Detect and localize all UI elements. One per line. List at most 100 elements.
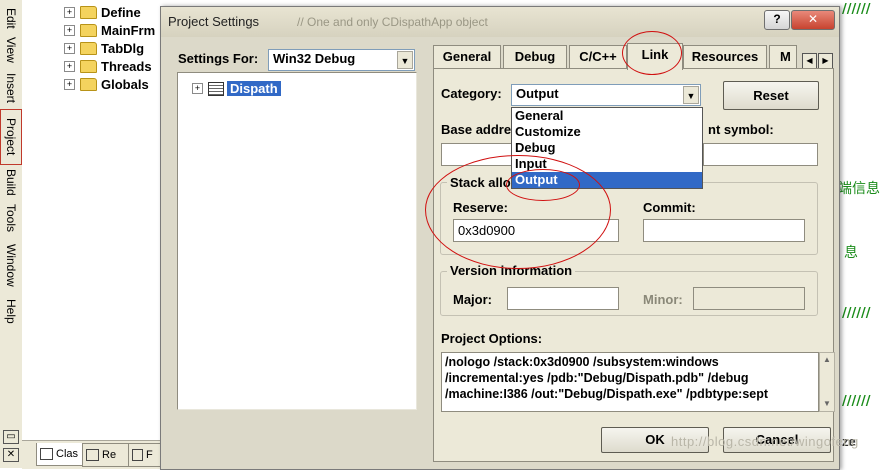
category-value: Output	[516, 86, 559, 101]
stack-group-title: Stack allo	[447, 175, 514, 190]
code-comment: 端信息	[838, 181, 880, 197]
menu-edit[interactable]: Edit	[1, 4, 21, 32]
class-view-tree: + Define + MainFrm + TabDlg + Threads + Globa…	[22, 0, 162, 440]
expand-icon[interactable]: +	[64, 60, 75, 72]
tree-item[interactable]: + Define	[64, 3, 141, 21]
major-label: Major:	[453, 292, 492, 307]
expand-icon[interactable]: +	[64, 42, 75, 54]
code-comment: //////	[842, 394, 871, 409]
scroll-up-icon[interactable]: ▲	[820, 353, 834, 367]
entry-symbol-field[interactable]	[703, 143, 818, 166]
settings-for-label: Settings For:	[178, 51, 259, 66]
version-group-title: Version information	[447, 263, 576, 278]
reserve-value: 0x3d0900	[458, 223, 516, 238]
tab-more[interactable]: M	[769, 45, 797, 69]
scroll-right-icon[interactable]: ▶	[818, 53, 833, 69]
minor-label: Minor:	[643, 292, 683, 307]
help-button[interactable]: ?	[764, 10, 790, 30]
menu-view[interactable]: View	[1, 34, 21, 66]
folder-icon	[80, 5, 97, 19]
project-settings-dialog: Project Settings ? ✕ // One and only CDi…	[160, 6, 858, 470]
scroll-left-icon[interactable]: ◀	[802, 53, 817, 69]
major-field[interactable]	[507, 287, 619, 310]
chevron-down-icon[interactable]: ▼	[683, 86, 699, 104]
tree-item[interactable]: + MainFrm	[64, 21, 155, 39]
editor-right-edge: ////// 端信息 息 ////// ////// ze	[838, 0, 891, 468]
resourceview-icon	[86, 449, 99, 462]
menu-build[interactable]: Build	[1, 166, 21, 198]
menu-help[interactable]: Help	[1, 294, 21, 328]
code-comment: //////	[842, 2, 871, 17]
code-comment: 息	[844, 245, 858, 261]
project-tree-item[interactable]: + Dispath	[192, 81, 281, 96]
tab-resourceview[interactable]: Re	[82, 443, 134, 467]
commit-field[interactable]	[643, 219, 805, 242]
commit-label: Commit:	[643, 200, 696, 215]
tab-resources[interactable]: Resources	[683, 45, 767, 69]
project-options-label: Project Options:	[441, 331, 543, 346]
expand-icon[interactable]: +	[192, 83, 203, 94]
tree-item-label: Threads	[101, 58, 152, 74]
tree-item[interactable]: + TabDlg	[64, 39, 144, 57]
dialog-title: Project Settings	[168, 14, 260, 29]
workspace-tabs: Clas Re F	[22, 440, 166, 469]
tab-link[interactable]: Link	[627, 43, 683, 70]
tree-item-label: Globals	[101, 76, 149, 92]
tree-item[interactable]: + Globals	[64, 75, 149, 93]
options-line: /incremental:yes /pdb:"Debug/Dispath.pdb…	[445, 371, 749, 385]
close-icon[interactable]: ✕	[3, 448, 19, 462]
menu-tools[interactable]: Tools	[1, 200, 21, 236]
expand-icon[interactable]: +	[64, 6, 75, 18]
tab-label: Clas	[56, 448, 79, 460]
classview-icon	[40, 448, 53, 461]
menu-insert[interactable]: Insert	[1, 68, 21, 108]
reserve-field[interactable]: 0x3d0900	[453, 219, 619, 242]
code-comment: //////	[842, 306, 871, 321]
scroll-down-icon[interactable]: ▼	[820, 397, 834, 411]
project-icon	[208, 81, 224, 96]
project-tree[interactable]: + Dispath	[177, 72, 417, 410]
tab-label: Re	[102, 449, 117, 461]
menu-project[interactable]: Project	[0, 109, 22, 165]
options-line: /machine:I386 /out:"Debug/Dispath.exe" /…	[445, 387, 769, 401]
settings-for-value: Win32 Debug	[273, 51, 356, 66]
options-scrollbar[interactable]: ▲ ▼	[819, 352, 835, 412]
dialog-titlebar[interactable]: Project Settings ? ✕ // One and only CDi…	[161, 7, 839, 37]
dropdown-option[interactable]: Debug	[512, 140, 702, 156]
tab-label: F	[146, 449, 153, 461]
dropdown-option[interactable]: General	[512, 108, 702, 124]
tree-item-label: Define	[101, 4, 141, 20]
chevron-down-icon[interactable]: ▼	[397, 51, 413, 69]
settings-for-select[interactable]: Win32 Debug ▼	[268, 49, 415, 71]
menu-window[interactable]: Window	[1, 238, 21, 292]
tab-debug[interactable]: Debug	[503, 45, 567, 69]
watermark: http://blog.csdn.net/wingofeng	[671, 434, 859, 449]
restore-icon[interactable]: ▭	[3, 430, 19, 444]
expand-icon[interactable]: +	[64, 78, 75, 90]
minor-field[interactable]	[693, 287, 805, 310]
tree-item[interactable]: + Threads	[64, 57, 152, 75]
tree-item-label: TabDlg	[101, 40, 145, 56]
base-address-field[interactable]	[441, 143, 516, 166]
close-button[interactable]: ✕	[791, 10, 835, 30]
dropdown-option-selected[interactable]: Output	[512, 172, 702, 188]
reserve-label: Reserve:	[453, 200, 508, 215]
folder-icon	[80, 59, 97, 73]
project-options-textarea[interactable]: /nologo /stack:0x3d0900 /subsystem:windo…	[441, 352, 819, 412]
entry-symbol-label: nt symbol:	[708, 122, 774, 137]
folder-icon	[80, 41, 97, 55]
options-line: /nologo /stack:0x3d0900 /subsystem:windo…	[445, 355, 719, 369]
project-tree-label: Dispath	[227, 81, 281, 96]
reset-button[interactable]: Reset	[723, 81, 819, 110]
category-select[interactable]: Output ▼	[511, 84, 701, 106]
category-dropdown-list[interactable]: General Customize Debug Input Output	[511, 107, 703, 189]
dropdown-option[interactable]: Customize	[512, 124, 702, 140]
tab-general[interactable]: General	[433, 45, 501, 69]
tab-scroll: ◀ ▶	[802, 53, 833, 69]
base-address-label: Base addre	[441, 122, 512, 137]
expand-icon[interactable]: +	[64, 24, 75, 36]
tree-item-label: MainFrm	[101, 22, 156, 38]
dropdown-option[interactable]: Input	[512, 156, 702, 172]
folder-icon	[80, 77, 97, 91]
tab-cpp[interactable]: C/C++	[569, 45, 627, 69]
